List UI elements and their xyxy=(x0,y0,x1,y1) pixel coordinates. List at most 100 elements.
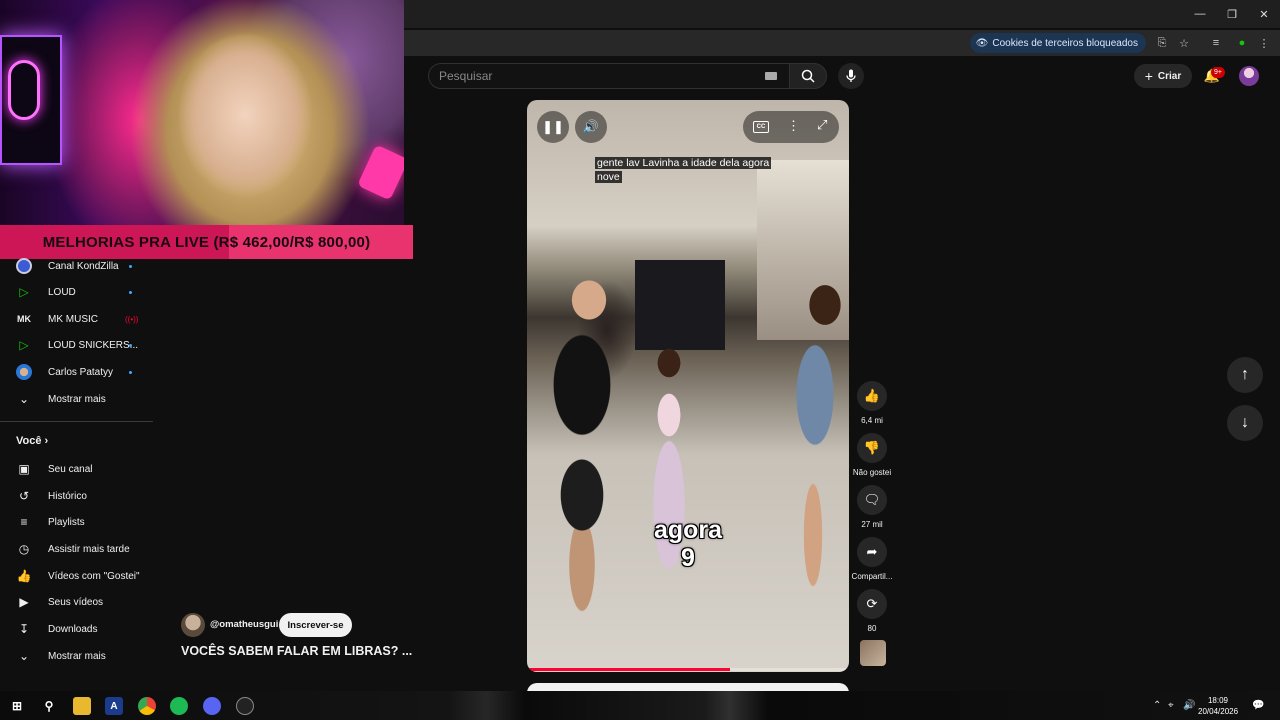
sidebar-item-history[interactable]: ↺ Histórico xyxy=(0,483,153,509)
tray-chevron-up-icon[interactable]: ⌃ xyxy=(1153,700,1161,711)
live-indicator-icon: ((•)) xyxy=(125,314,139,324)
closed-caption-text: gente lav Lavinha a idade dela agora nov… xyxy=(595,157,772,183)
sidebar-show-more-you[interactable]: ⌄ Mostrar mais xyxy=(0,643,153,669)
search-input[interactable] xyxy=(429,64,789,88)
voice-search-button[interactable] xyxy=(838,63,864,89)
tray-volume-icon[interactable]: 🔊 xyxy=(1183,700,1195,711)
arrow-up-icon: ↑ xyxy=(1241,366,1249,383)
keyboard-icon[interactable] xyxy=(765,72,777,80)
spotify-icon[interactable] xyxy=(170,697,188,715)
chrome-icon[interactable] xyxy=(138,697,156,715)
pause-icon: ❚❚ xyxy=(542,119,564,134)
dislike-button[interactable]: 👎 xyxy=(857,433,887,463)
sidebar-divider xyxy=(0,421,153,422)
third-party-cookies-indicator[interactable]: 👁 Cookies de terceiros bloqueados xyxy=(969,33,1146,53)
thumbs-up-icon: 👍 xyxy=(16,569,32,583)
video-progress-bar[interactable] xyxy=(527,668,849,671)
taskbar-search-icon[interactable]: ⚲ xyxy=(40,697,58,715)
sidebar-item-your-channel[interactable]: ▣ Seu canal xyxy=(0,456,153,482)
sidebar-item-liked-videos[interactable]: 👍 Vídeos com "Gostei" xyxy=(0,563,153,589)
obs-icon[interactable] xyxy=(236,697,254,715)
comment-count: 27 mil xyxy=(861,520,883,529)
create-label: Criar xyxy=(1157,70,1182,82)
account-avatar[interactable] xyxy=(1239,66,1259,86)
sidebar-item-loud[interactable]: ▷ LOUD xyxy=(0,279,153,305)
sound-thumbnail[interactable] xyxy=(860,640,886,666)
video-title[interactable]: VOCÊS SABEM FALAR EM LIBRAS? ... xyxy=(181,644,412,658)
video-text-overlay: agora 9 xyxy=(653,516,723,572)
bookmark-star-icon[interactable]: ☆ xyxy=(1176,35,1192,51)
sidebar-item-your-videos[interactable]: ▶ Seus vídeos xyxy=(0,589,153,615)
profile-icon[interactable]: ● xyxy=(1234,35,1250,51)
search-icon xyxy=(801,69,815,83)
restore-icon[interactable]: ❐ xyxy=(1216,0,1248,28)
media-control-icon[interactable]: ≡ xyxy=(1208,35,1224,51)
video-scene-store xyxy=(635,260,725,350)
cookie-status-text: Cookies de terceiros bloqueados xyxy=(992,37,1138,49)
volume-icon: 🔊 xyxy=(582,119,600,134)
video-icon: ▶ xyxy=(19,595,29,609)
clock-icon: ◷ xyxy=(18,542,30,556)
sidebar-show-more-subscriptions[interactable]: ⌄ Mostrar mais xyxy=(0,386,153,412)
captions-icon[interactable]: CC xyxy=(753,121,769,133)
previous-short-button[interactable]: ↑ xyxy=(1227,357,1263,393)
plus-icon: + xyxy=(1144,68,1153,84)
remix-button[interactable]: ⟳ xyxy=(857,589,887,619)
new-content-dot xyxy=(129,290,132,294)
chevron-right-icon: › xyxy=(44,435,49,447)
new-content-dot xyxy=(129,370,132,374)
video-progress-fill xyxy=(527,668,730,671)
more-options-icon[interactable]: ⋮ xyxy=(787,118,800,134)
pause-button[interactable]: ❚❚ xyxy=(537,111,569,143)
browser-toolbar: 👁 Cookies de terceiros bloqueados ⎘ ☆ ≡ … xyxy=(404,30,1280,56)
sidebar-you-header[interactable]: Você › xyxy=(16,435,48,447)
subscribe-button[interactable]: Inscrever-se xyxy=(279,613,352,637)
share-icon: ➦ xyxy=(866,544,878,559)
sidebar-item-loud-snickers[interactable]: ▷ LOUD SNICKERS... xyxy=(0,332,153,358)
eye-off-icon: 👁 xyxy=(975,37,989,49)
loud-logo-icon: ▷ xyxy=(19,285,29,299)
microphone-icon xyxy=(846,69,856,82)
browser-menu-icon[interactable]: ⋮ xyxy=(1256,35,1272,51)
app-a-icon[interactable]: A xyxy=(105,697,123,715)
channel-avatar[interactable] xyxy=(181,613,205,637)
sidebar-item-kondzilla[interactable]: Canal KondZilla xyxy=(0,253,153,279)
chevron-down-icon: ⌄ xyxy=(18,649,30,663)
sidebar-item-playlists[interactable]: ≡ Playlists xyxy=(0,509,153,535)
webcam-microphone xyxy=(357,144,404,201)
volume-button[interactable]: 🔊 xyxy=(575,111,607,143)
create-button[interactable]: + Criar xyxy=(1134,64,1192,88)
window-controls: — ❐ ✕ xyxy=(1184,0,1280,28)
thumbs-up-icon: 👍 xyxy=(863,388,881,403)
sidebar-item-downloads[interactable]: ↧ Downloads xyxy=(0,616,153,642)
file-explorer-icon[interactable] xyxy=(73,697,91,715)
sidebar-item-watch-later[interactable]: ◷ Assistir mais tarde xyxy=(0,536,153,562)
comment-icon: 🗨 xyxy=(863,492,881,507)
video-scene-man xyxy=(527,265,627,645)
like-button[interactable]: 👍 xyxy=(857,381,887,411)
share-button[interactable]: ➦ xyxy=(857,537,887,567)
install-app-icon[interactable]: ⎘ xyxy=(1154,35,1170,51)
next-short-button[interactable]: ↓ xyxy=(1227,405,1263,441)
discord-icon[interactable] xyxy=(203,697,221,715)
channel-avatar xyxy=(16,258,32,274)
shorts-video-player[interactable]: ❚❚ 🔊 CC ⋮ ⤢ gente lav Lavinha a idade de… xyxy=(527,100,849,672)
thumbs-down-icon: 👎 xyxy=(863,440,881,455)
minimize-icon[interactable]: — xyxy=(1184,0,1216,28)
remix-icon: ⟳ xyxy=(866,596,878,611)
search-button[interactable] xyxy=(789,63,827,89)
close-icon[interactable]: ✕ xyxy=(1248,0,1280,28)
remix-count: 80 xyxy=(867,624,877,633)
tray-network-icon[interactable]: ⌖ xyxy=(1168,700,1174,711)
taskbar-clock[interactable]: 18:09 20/04/2026 xyxy=(1198,695,1238,717)
comments-button[interactable]: 🗨 xyxy=(857,485,887,515)
windows-start-icon[interactable]: ⊞ xyxy=(8,697,26,715)
arrow-down-icon: ↓ xyxy=(1241,414,1249,431)
webcam-neon-light xyxy=(8,60,40,120)
notification-center-icon[interactable]: 💬 xyxy=(1252,700,1264,711)
channel-handle[interactable]: @omatheusgui xyxy=(210,619,278,630)
sidebar-item-carlos-patatyy[interactable]: Carlos Patatyy xyxy=(0,359,153,385)
fullscreen-icon[interactable]: ⤢ xyxy=(817,117,827,133)
sidebar-item-mk-music[interactable]: MK MK MUSIC ((•)) xyxy=(0,306,153,332)
history-icon: ↺ xyxy=(18,489,30,503)
